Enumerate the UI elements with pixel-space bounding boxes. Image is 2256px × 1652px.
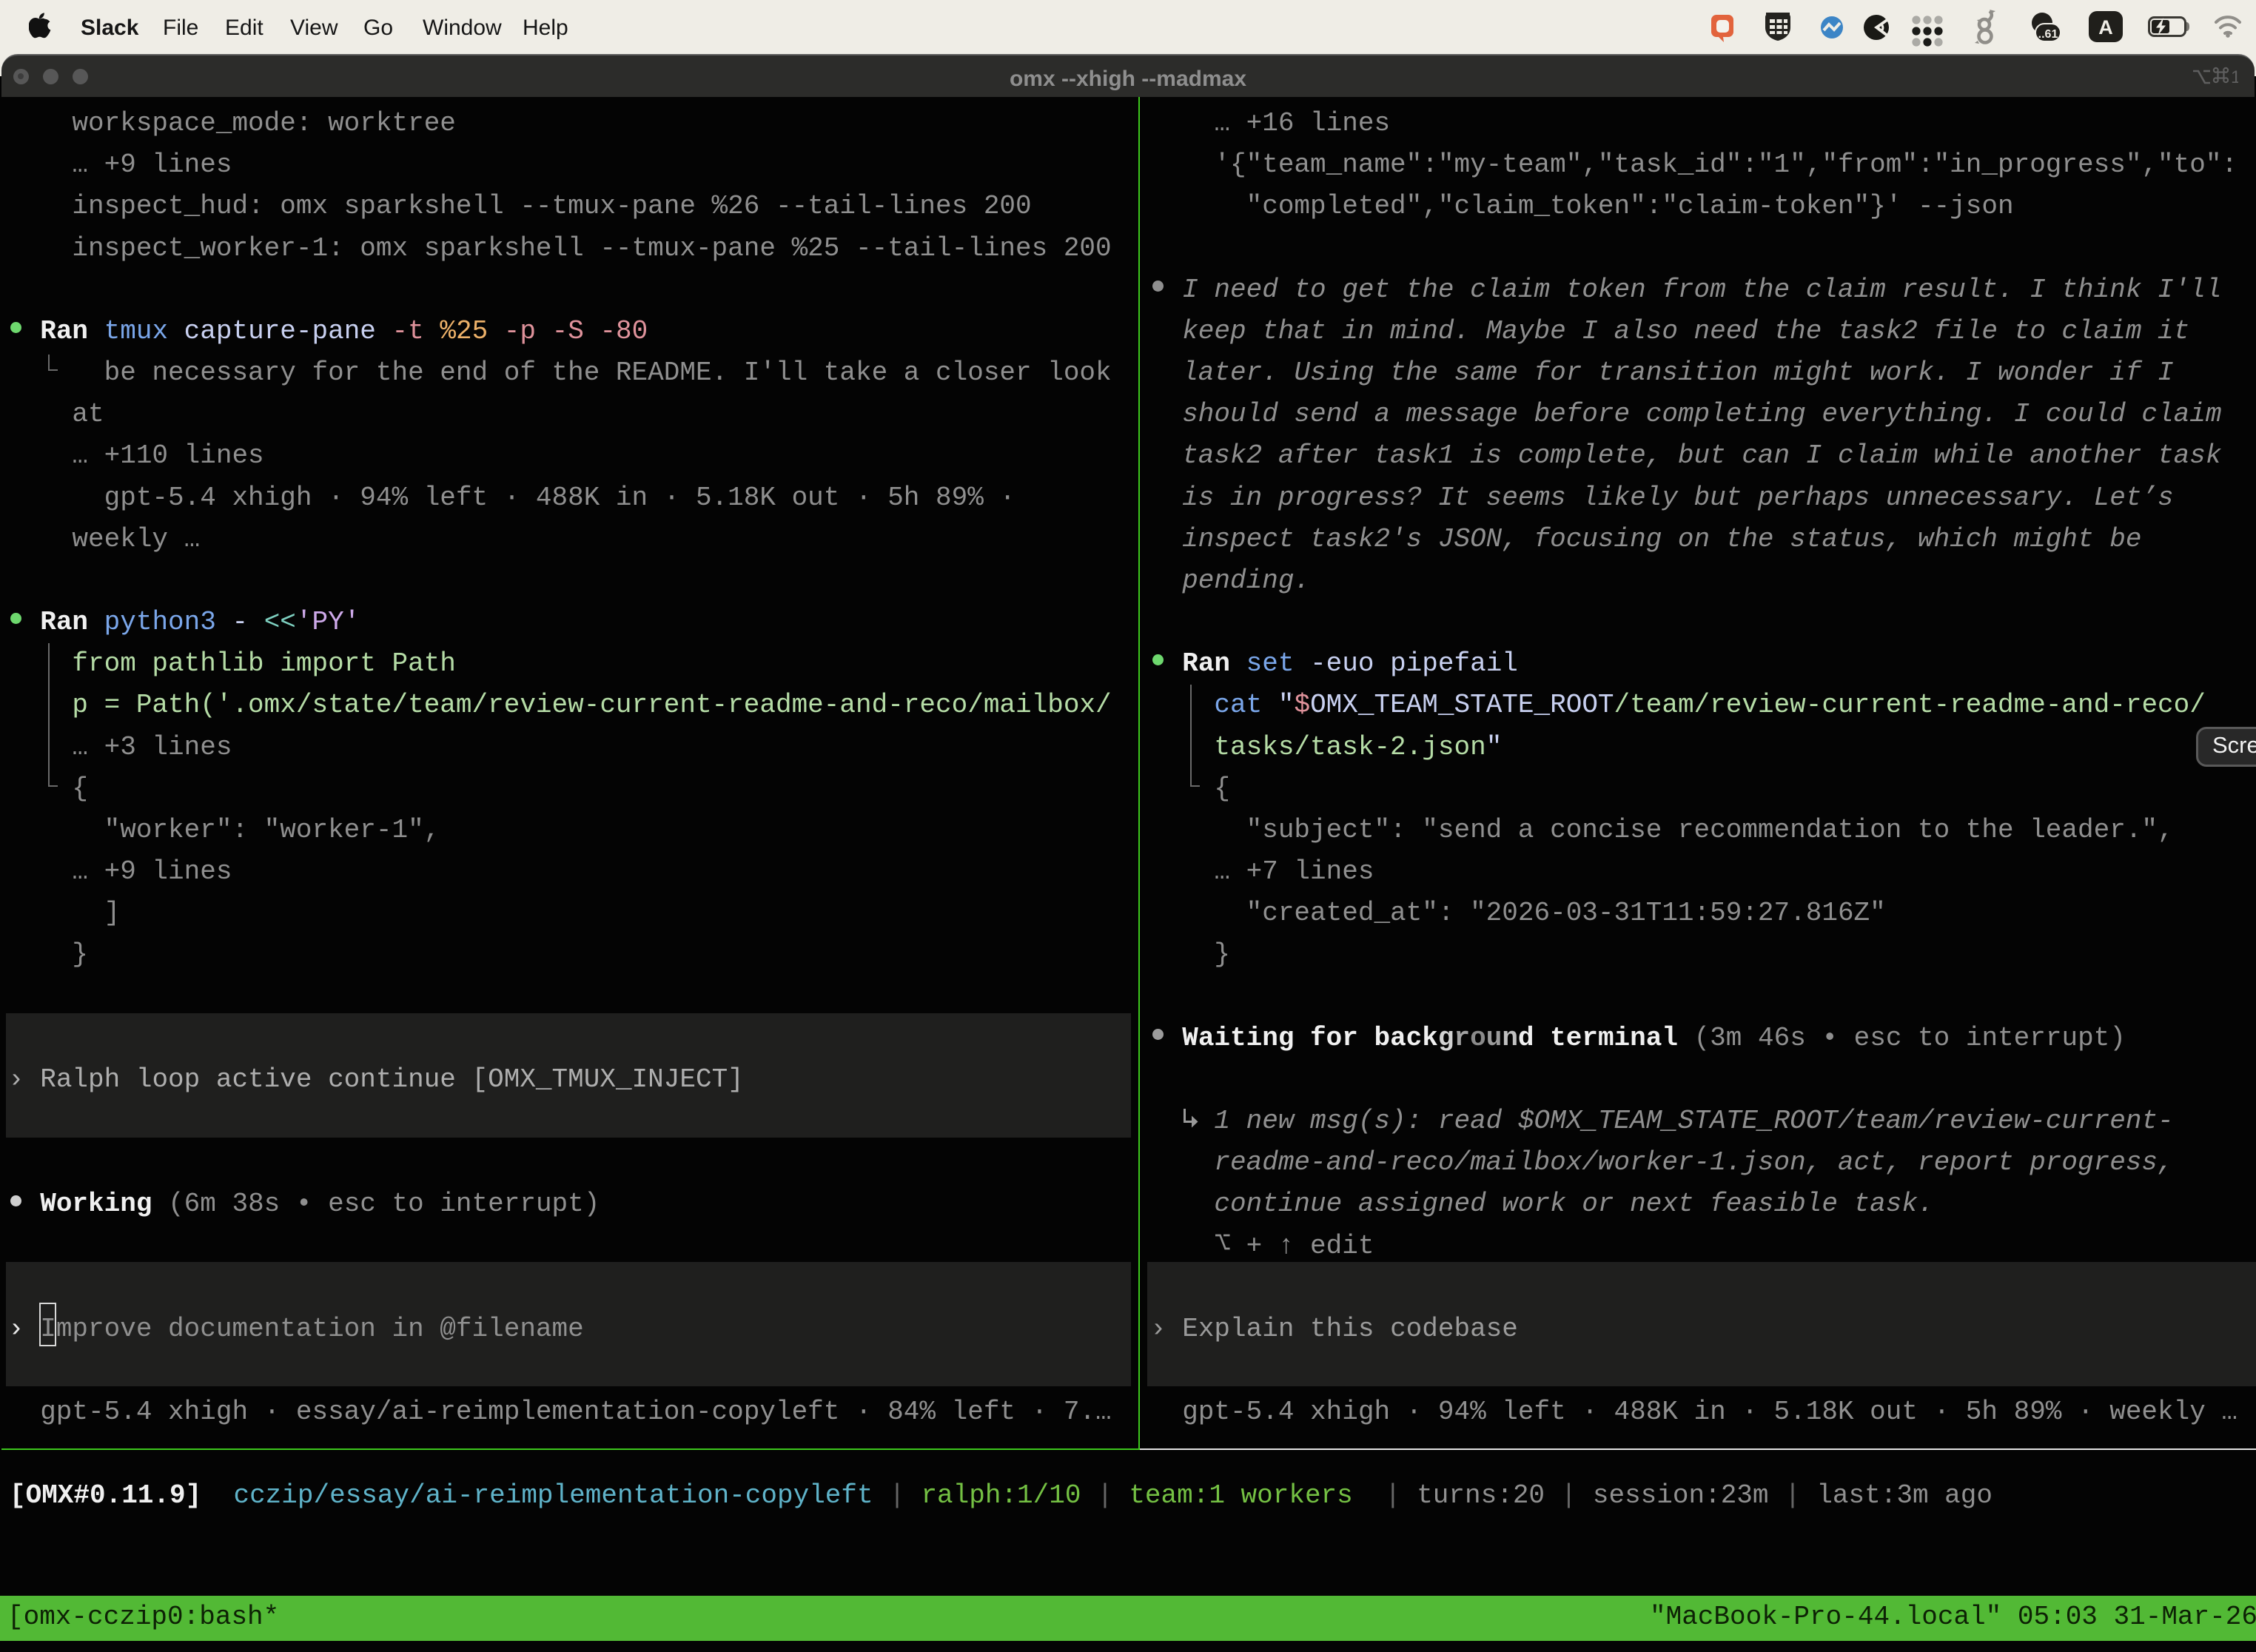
svg-text:1: 1 xyxy=(2231,67,2238,87)
svg-text:..61: ..61 xyxy=(2038,28,2058,41)
svg-text:A: A xyxy=(2098,16,2113,38)
